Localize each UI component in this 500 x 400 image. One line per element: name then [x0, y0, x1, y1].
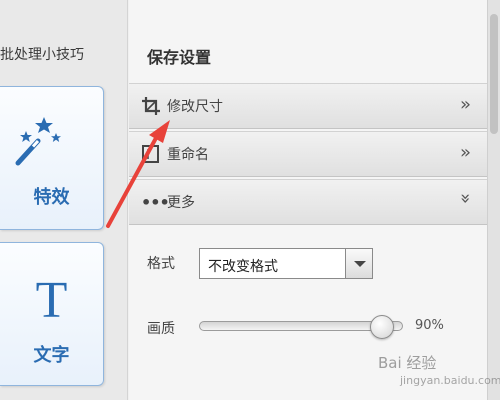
rename-icon [142, 145, 159, 163]
format-select-value: 不改变格式 [208, 259, 278, 275]
text-button[interactable]: T 文字 [0, 242, 104, 386]
quality-value: 90% [415, 318, 444, 333]
section-resize-label: 修改尺寸 [167, 99, 223, 115]
crop-icon [142, 97, 160, 115]
section-more-label: 更多 [167, 195, 195, 211]
format-select[interactable]: 不改变格式 [199, 248, 373, 279]
quality-slider[interactable] [199, 315, 403, 339]
more-dots-icon: ••• [141, 193, 170, 212]
expand-arrow-icon[interactable]: » [460, 94, 471, 115]
collapse-arrow-icon[interactable]: » [455, 193, 476, 204]
section-resize[interactable]: 修改尺寸 » [129, 83, 487, 129]
text-label: 文字 [33, 345, 70, 366]
text-t-icon: T [35, 272, 68, 329]
left-panel: 批处理小技巧 特效 T 文字 [0, 0, 128, 400]
section-rename-label: 重命名 [167, 147, 209, 163]
section-rename[interactable]: 重命名 » [129, 131, 487, 177]
watermark-logo: Bai 经验 [378, 354, 437, 372]
expand-arrow-icon[interactable]: » [460, 142, 471, 163]
batch-tips-label: 批处理小技巧 [0, 47, 84, 63]
effects-label: 特效 [33, 187, 70, 208]
chevron-down-icon[interactable] [345, 249, 372, 278]
quality-slider-thumb[interactable] [369, 315, 394, 339]
watermark-url: jingyan.baidu.com [400, 374, 500, 387]
save-settings-panel: 保存设置 修改尺寸 » 重命名 » ••• 更多 » 格式 不改变格式 画质 9… [129, 0, 487, 400]
vertical-scrollbar[interactable] [487, 0, 500, 400]
panel-title: 保存设置 [147, 48, 212, 67]
scrollbar-thumb[interactable] [490, 14, 498, 134]
format-label: 格式 [147, 256, 175, 272]
effects-button[interactable]: 特效 [0, 86, 104, 230]
quality-label: 画质 [147, 321, 175, 337]
magic-wand-icon [15, 117, 61, 166]
section-more[interactable]: ••• 更多 » [129, 179, 487, 225]
